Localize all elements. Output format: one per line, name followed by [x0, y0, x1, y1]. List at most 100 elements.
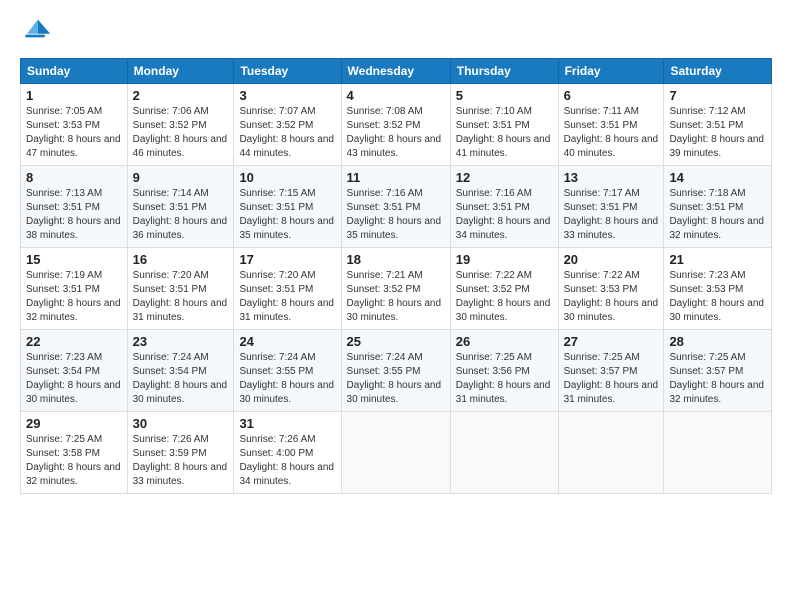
day-info: Sunrise: 7:19 AM Sunset: 3:51 PM Dayligh… [26, 269, 122, 325]
day-info: Sunrise: 7:16 AM Sunset: 3:51 PM Dayligh… [347, 187, 445, 243]
day-number: 29 [26, 416, 122, 431]
day-info: Sunrise: 7:26 AM Sunset: 4:00 PM Dayligh… [239, 433, 335, 489]
day-cell: 8 Sunrise: 7:13 AM Sunset: 3:51 PM Dayli… [21, 166, 128, 248]
day-cell: 14 Sunrise: 7:18 AM Sunset: 3:51 PM Dayl… [664, 166, 772, 248]
day-number: 5 [456, 88, 553, 103]
week-row-3: 15 Sunrise: 7:19 AM Sunset: 3:51 PM Dayl… [21, 248, 772, 330]
day-cell: 2 Sunrise: 7:06 AM Sunset: 3:52 PM Dayli… [127, 84, 234, 166]
day-cell: 4 Sunrise: 7:08 AM Sunset: 3:52 PM Dayli… [341, 84, 450, 166]
day-info: Sunrise: 7:20 AM Sunset: 3:51 PM Dayligh… [133, 269, 229, 325]
day-info: Sunrise: 7:11 AM Sunset: 3:51 PM Dayligh… [564, 105, 659, 161]
day-cell: 22 Sunrise: 7:23 AM Sunset: 3:54 PM Dayl… [21, 330, 128, 412]
day-info: Sunrise: 7:24 AM Sunset: 3:55 PM Dayligh… [347, 351, 445, 407]
day-number: 8 [26, 170, 122, 185]
day-number: 27 [564, 334, 659, 349]
day-info: Sunrise: 7:23 AM Sunset: 3:53 PM Dayligh… [669, 269, 766, 325]
day-cell: 20 Sunrise: 7:22 AM Sunset: 3:53 PM Dayl… [558, 248, 664, 330]
day-cell [341, 412, 450, 494]
day-number: 6 [564, 88, 659, 103]
day-number: 20 [564, 252, 659, 267]
day-cell: 23 Sunrise: 7:24 AM Sunset: 3:54 PM Dayl… [127, 330, 234, 412]
day-info: Sunrise: 7:25 AM Sunset: 3:56 PM Dayligh… [456, 351, 553, 407]
day-cell [558, 412, 664, 494]
week-row-2: 8 Sunrise: 7:13 AM Sunset: 3:51 PM Dayli… [21, 166, 772, 248]
day-info: Sunrise: 7:08 AM Sunset: 3:52 PM Dayligh… [347, 105, 445, 161]
day-number: 17 [239, 252, 335, 267]
logo-icon [20, 16, 52, 48]
day-cell: 3 Sunrise: 7:07 AM Sunset: 3:52 PM Dayli… [234, 84, 341, 166]
day-info: Sunrise: 7:10 AM Sunset: 3:51 PM Dayligh… [456, 105, 553, 161]
week-row-4: 22 Sunrise: 7:23 AM Sunset: 3:54 PM Dayl… [21, 330, 772, 412]
day-info: Sunrise: 7:24 AM Sunset: 3:54 PM Dayligh… [133, 351, 229, 407]
logo [20, 16, 56, 48]
day-cell: 9 Sunrise: 7:14 AM Sunset: 3:51 PM Dayli… [127, 166, 234, 248]
day-cell: 26 Sunrise: 7:25 AM Sunset: 3:56 PM Dayl… [450, 330, 558, 412]
day-info: Sunrise: 7:22 AM Sunset: 3:52 PM Dayligh… [456, 269, 553, 325]
day-info: Sunrise: 7:12 AM Sunset: 3:51 PM Dayligh… [669, 105, 766, 161]
day-number: 10 [239, 170, 335, 185]
week-row-1: 1 Sunrise: 7:05 AM Sunset: 3:53 PM Dayli… [21, 84, 772, 166]
day-info: Sunrise: 7:17 AM Sunset: 3:51 PM Dayligh… [564, 187, 659, 243]
day-cell: 10 Sunrise: 7:15 AM Sunset: 3:51 PM Dayl… [234, 166, 341, 248]
day-cell: 24 Sunrise: 7:24 AM Sunset: 3:55 PM Dayl… [234, 330, 341, 412]
day-number: 14 [669, 170, 766, 185]
day-cell: 25 Sunrise: 7:24 AM Sunset: 3:55 PM Dayl… [341, 330, 450, 412]
day-info: Sunrise: 7:20 AM Sunset: 3:51 PM Dayligh… [239, 269, 335, 325]
weekday-header-row: SundayMondayTuesdayWednesdayThursdayFrid… [21, 59, 772, 84]
weekday-header-tuesday: Tuesday [234, 59, 341, 84]
day-cell: 7 Sunrise: 7:12 AM Sunset: 3:51 PM Dayli… [664, 84, 772, 166]
day-cell: 5 Sunrise: 7:10 AM Sunset: 3:51 PM Dayli… [450, 84, 558, 166]
day-cell: 11 Sunrise: 7:16 AM Sunset: 3:51 PM Dayl… [341, 166, 450, 248]
day-number: 23 [133, 334, 229, 349]
weekday-header-sunday: Sunday [21, 59, 128, 84]
day-info: Sunrise: 7:25 AM Sunset: 3:58 PM Dayligh… [26, 433, 122, 489]
day-number: 26 [456, 334, 553, 349]
day-cell: 1 Sunrise: 7:05 AM Sunset: 3:53 PM Dayli… [21, 84, 128, 166]
day-number: 24 [239, 334, 335, 349]
day-number: 16 [133, 252, 229, 267]
day-number: 25 [347, 334, 445, 349]
day-cell: 16 Sunrise: 7:20 AM Sunset: 3:51 PM Dayl… [127, 248, 234, 330]
day-cell: 27 Sunrise: 7:25 AM Sunset: 3:57 PM Dayl… [558, 330, 664, 412]
day-info: Sunrise: 7:06 AM Sunset: 3:52 PM Dayligh… [133, 105, 229, 161]
day-number: 12 [456, 170, 553, 185]
weekday-header-thursday: Thursday [450, 59, 558, 84]
day-cell: 28 Sunrise: 7:25 AM Sunset: 3:57 PM Dayl… [664, 330, 772, 412]
day-number: 15 [26, 252, 122, 267]
day-info: Sunrise: 7:21 AM Sunset: 3:52 PM Dayligh… [347, 269, 445, 325]
day-info: Sunrise: 7:18 AM Sunset: 3:51 PM Dayligh… [669, 187, 766, 243]
day-cell: 15 Sunrise: 7:19 AM Sunset: 3:51 PM Dayl… [21, 248, 128, 330]
day-number: 21 [669, 252, 766, 267]
day-cell: 6 Sunrise: 7:11 AM Sunset: 3:51 PM Dayli… [558, 84, 664, 166]
day-info: Sunrise: 7:15 AM Sunset: 3:51 PM Dayligh… [239, 187, 335, 243]
day-info: Sunrise: 7:13 AM Sunset: 3:51 PM Dayligh… [26, 187, 122, 243]
day-info: Sunrise: 7:26 AM Sunset: 3:59 PM Dayligh… [133, 433, 229, 489]
weekday-header-friday: Friday [558, 59, 664, 84]
day-number: 19 [456, 252, 553, 267]
day-cell: 29 Sunrise: 7:25 AM Sunset: 3:58 PM Dayl… [21, 412, 128, 494]
day-info: Sunrise: 7:07 AM Sunset: 3:52 PM Dayligh… [239, 105, 335, 161]
day-info: Sunrise: 7:25 AM Sunset: 3:57 PM Dayligh… [564, 351, 659, 407]
day-info: Sunrise: 7:05 AM Sunset: 3:53 PM Dayligh… [26, 105, 122, 161]
day-info: Sunrise: 7:25 AM Sunset: 3:57 PM Dayligh… [669, 351, 766, 407]
day-cell: 21 Sunrise: 7:23 AM Sunset: 3:53 PM Dayl… [664, 248, 772, 330]
day-number: 28 [669, 334, 766, 349]
day-number: 7 [669, 88, 766, 103]
day-number: 1 [26, 88, 122, 103]
day-number: 3 [239, 88, 335, 103]
day-info: Sunrise: 7:22 AM Sunset: 3:53 PM Dayligh… [564, 269, 659, 325]
day-info: Sunrise: 7:16 AM Sunset: 3:51 PM Dayligh… [456, 187, 553, 243]
day-cell: 19 Sunrise: 7:22 AM Sunset: 3:52 PM Dayl… [450, 248, 558, 330]
header [20, 16, 772, 48]
day-cell: 12 Sunrise: 7:16 AM Sunset: 3:51 PM Dayl… [450, 166, 558, 248]
day-number: 2 [133, 88, 229, 103]
weekday-header-wednesday: Wednesday [341, 59, 450, 84]
day-cell [664, 412, 772, 494]
day-number: 13 [564, 170, 659, 185]
day-cell [450, 412, 558, 494]
day-number: 9 [133, 170, 229, 185]
day-number: 30 [133, 416, 229, 431]
page: SundayMondayTuesdayWednesdayThursdayFrid… [0, 0, 792, 612]
day-number: 22 [26, 334, 122, 349]
day-cell: 17 Sunrise: 7:20 AM Sunset: 3:51 PM Dayl… [234, 248, 341, 330]
